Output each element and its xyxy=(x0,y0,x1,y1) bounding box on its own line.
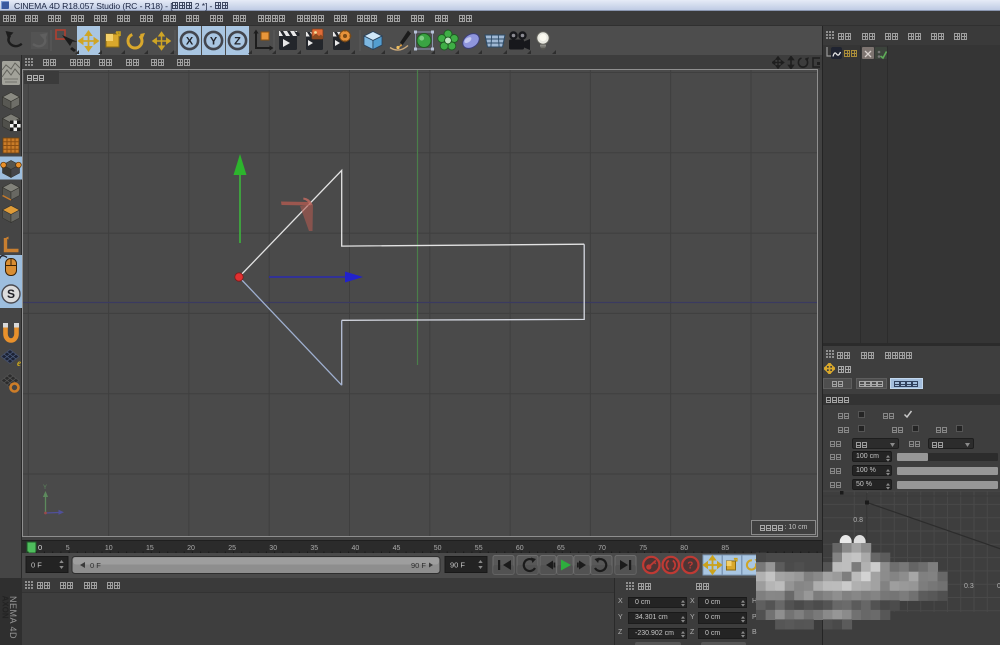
svg-text:35: 35 xyxy=(310,545,318,552)
svg-text:5: 5 xyxy=(66,545,70,552)
svg-text:0.8: 0.8 xyxy=(853,517,863,524)
svg-text:e: e xyxy=(17,358,21,368)
svg-text:90 F: 90 F xyxy=(411,561,426,570)
svg-text:50: 50 xyxy=(434,545,442,552)
svg-text:X: X xyxy=(186,36,194,48)
svg-text:0: 0 xyxy=(38,543,42,552)
svg-text:80: 80 xyxy=(680,545,688,552)
svg-text:0 F: 0 F xyxy=(90,561,101,570)
svg-text:70: 70 xyxy=(598,545,606,552)
svg-text:0.3: 0.3 xyxy=(964,583,974,590)
svg-text:55: 55 xyxy=(475,545,483,552)
svg-text:S: S xyxy=(7,287,15,301)
svg-text:Z: Z xyxy=(234,36,241,48)
svg-text:45: 45 xyxy=(393,545,401,552)
svg-text:25: 25 xyxy=(228,545,236,552)
svg-text:15: 15 xyxy=(146,545,154,552)
svg-text:30: 30 xyxy=(269,545,277,552)
svg-text:75: 75 xyxy=(639,545,647,552)
svg-text:Y: Y xyxy=(43,485,47,491)
svg-text:65: 65 xyxy=(557,545,565,552)
svg-text:85: 85 xyxy=(721,545,729,552)
svg-text:20: 20 xyxy=(187,545,195,552)
svg-text:10: 10 xyxy=(105,545,113,552)
svg-text:60: 60 xyxy=(516,545,524,552)
svg-text:90 F: 90 F xyxy=(450,561,465,570)
svg-text:40: 40 xyxy=(352,545,360,552)
svg-text:Y: Y xyxy=(210,36,218,48)
svg-text:0 F: 0 F xyxy=(31,561,42,570)
svg-text:?: ? xyxy=(687,561,693,572)
